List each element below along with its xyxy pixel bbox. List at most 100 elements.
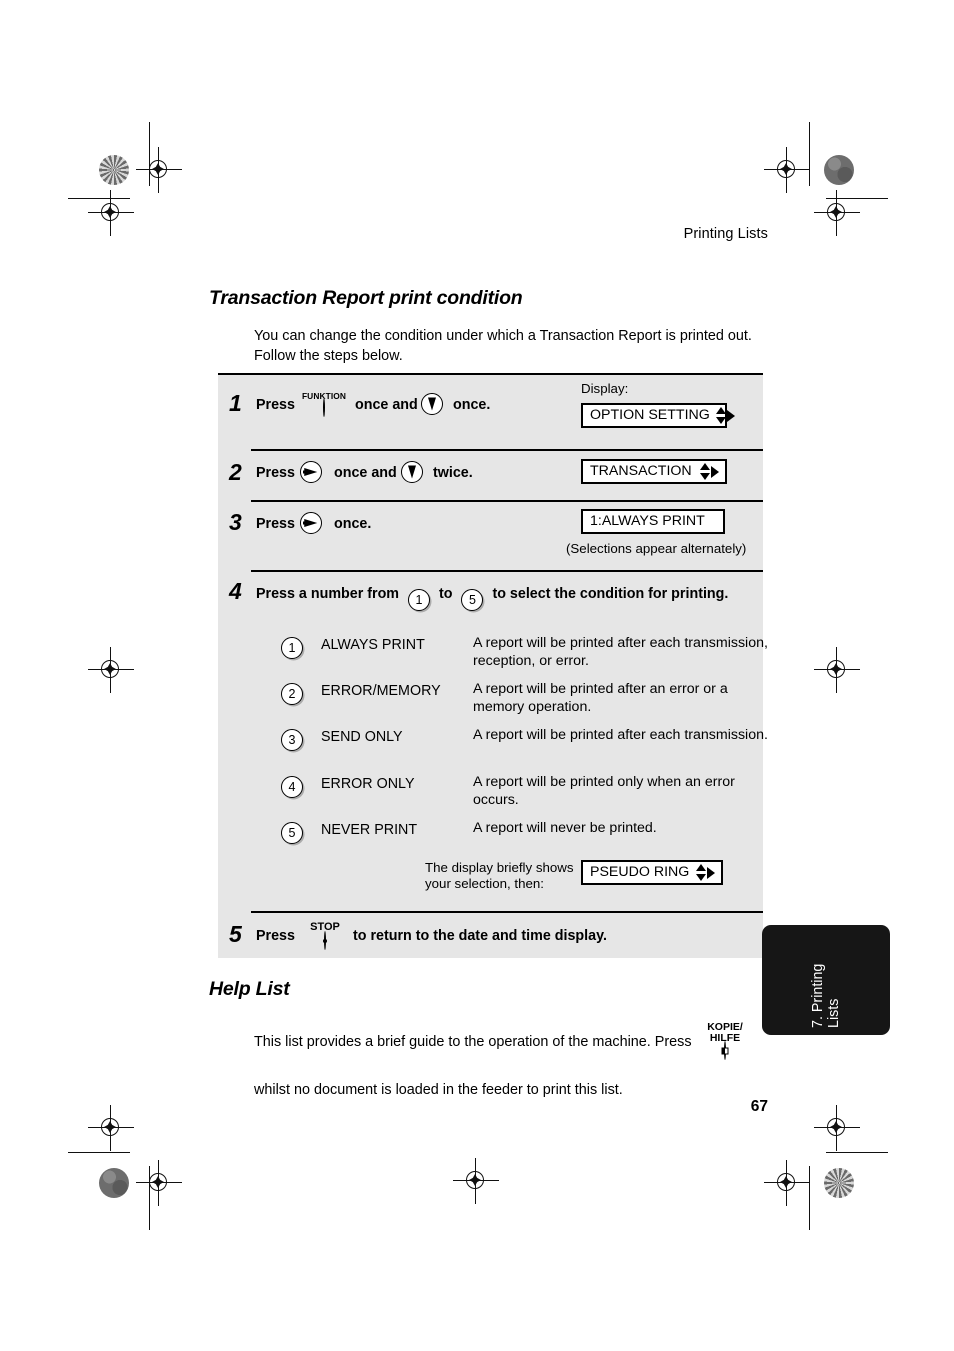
step-4-text-b: to bbox=[439, 586, 453, 602]
right-triangle-glyph bbox=[304, 468, 318, 476]
option-name-4: ERROR ONLY bbox=[321, 776, 415, 792]
step-5-number: 5 bbox=[229, 921, 242, 947]
registration-target-bottom-left bbox=[136, 1160, 182, 1206]
step-4-text-a: Press a number from bbox=[256, 586, 400, 602]
brief-display-note-line1: The display briefly shows bbox=[425, 860, 574, 875]
lcd-arrows-step-1 bbox=[715, 407, 735, 424]
intro-paragraph: You can change the condition under which… bbox=[254, 328, 752, 364]
option-key-1[interactable]: 1 bbox=[281, 637, 303, 659]
option-key-2[interactable]: 2 bbox=[281, 683, 303, 705]
stop-button-ellipse bbox=[323, 931, 327, 950]
registration-target-right-upper bbox=[814, 190, 860, 236]
step-1-press-label: Press bbox=[256, 397, 295, 413]
page-number: 67 bbox=[750, 1098, 768, 1115]
right-arrow-icon bbox=[726, 409, 735, 422]
up-down-arrow-icon bbox=[715, 407, 726, 424]
down-arrow-key-icon[interactable] bbox=[421, 393, 443, 415]
lcd-arrows-step-4 bbox=[696, 864, 715, 881]
step-divider-1 bbox=[251, 449, 763, 451]
down-arrow-key-icon[interactable] bbox=[401, 461, 423, 483]
section-title-help-list: Help List bbox=[209, 978, 290, 1000]
help-list-paragraph-line2: whilst no document is loaded in the feed… bbox=[254, 1082, 623, 1098]
lcd-text-step-3: 1:ALWAYS PRINT bbox=[590, 513, 705, 530]
registration-rosette-top-left bbox=[99, 155, 129, 185]
document-page: Printing Lists Transaction Report print … bbox=[0, 0, 954, 1351]
funktion-button-ellipse bbox=[323, 398, 325, 418]
crop-line-bottom-right-horizontal bbox=[826, 1152, 888, 1154]
right-arrow-key-icon[interactable] bbox=[300, 461, 322, 483]
option-name-3: SEND ONLY bbox=[321, 729, 403, 745]
option-desc-1: A report will be printed after each tran… bbox=[473, 635, 768, 669]
option-key-5[interactable]: 5 bbox=[281, 822, 303, 844]
step-5-press-label: Press bbox=[256, 928, 295, 944]
lcd-text-step-2: TRANSACTION bbox=[590, 463, 692, 480]
registration-rosette-top-right bbox=[824, 155, 854, 185]
help-list-paragraph-line1: This list provides a brief guide to the … bbox=[254, 1034, 692, 1050]
option-name-2: ERROR/MEMORY bbox=[321, 683, 441, 699]
step-divider-2 bbox=[251, 500, 763, 502]
registration-target-right-lower bbox=[814, 1105, 860, 1151]
right-arrow-icon bbox=[707, 866, 715, 879]
registration-rosette-bottom-left bbox=[99, 1168, 129, 1198]
option-desc-2: A report will be printed after an error … bbox=[473, 681, 728, 715]
right-triangle-glyph bbox=[304, 519, 318, 527]
help-list-paragraph: This list provides a brief guide to the … bbox=[254, 1030, 724, 1102]
step-divider-4 bbox=[251, 911, 763, 913]
up-down-arrow-icon bbox=[696, 864, 706, 881]
step-1-tail-text: once. bbox=[453, 397, 491, 413]
option-key-4[interactable]: 4 bbox=[281, 776, 303, 798]
step-4-number: 4 bbox=[229, 578, 242, 604]
step-3-press-label: Press bbox=[256, 516, 295, 532]
section-title-transaction-report: Transaction Report print condition bbox=[209, 287, 523, 309]
lcd-text-step-4: PSEUDO RING bbox=[590, 864, 690, 881]
registration-target-bottom-right bbox=[764, 1160, 810, 1206]
right-arrow-icon bbox=[711, 465, 719, 478]
lcd-display-step-4: PSEUDO RING bbox=[581, 860, 723, 885]
option-desc-4: A report will be printed only when an er… bbox=[473, 774, 735, 808]
option-name-5: NEVER PRINT bbox=[321, 822, 418, 838]
step-4-text: Press a number from 1 to 5 to select the… bbox=[256, 586, 728, 612]
registration-target-left-upper bbox=[88, 190, 134, 236]
chapter-side-tab: 7. Printing Lists bbox=[762, 925, 890, 1035]
procedure-panel: 1 Press FUNKTION once and once. Display:… bbox=[218, 373, 768, 958]
kopie-hilfe-button-ellipse bbox=[721, 1041, 729, 1060]
lcd-display-step-1: OPTION SETTING bbox=[581, 403, 735, 428]
running-head: Printing Lists bbox=[683, 226, 768, 242]
step-2-mid-text: once and bbox=[334, 465, 397, 481]
chapter-side-tab-line2: Lists bbox=[826, 998, 842, 1028]
step-5-tail-text: to return to the date and time display. bbox=[353, 928, 607, 944]
registration-rosette-bottom-right bbox=[824, 1168, 854, 1198]
right-arrow-key-icon[interactable] bbox=[300, 512, 322, 534]
lcd-display-step-3: 1:ALWAYS PRINT bbox=[581, 509, 725, 534]
step-divider-3 bbox=[251, 570, 763, 573]
registration-target-left-lower bbox=[88, 1105, 134, 1151]
crop-line-bottom-left-horizontal bbox=[68, 1152, 130, 1154]
chapter-side-tab-line1: 7. Printing bbox=[810, 963, 826, 1028]
step-2-tail-text: twice. bbox=[433, 465, 473, 481]
kopie-hilfe-button-indicator bbox=[721, 1047, 729, 1054]
brief-display-note: The display briefly shows your selection… bbox=[425, 860, 574, 892]
step-1-mid-text: once and bbox=[355, 397, 418, 413]
brief-display-note-line2: your selection, then: bbox=[425, 876, 545, 891]
number-key-1[interactable]: 1 bbox=[408, 589, 431, 612]
chapter-side-tab-label: 7. Printing Lists bbox=[810, 932, 842, 1028]
lcd-display-step-2: TRANSACTION bbox=[581, 459, 727, 484]
selections-alternately-note: (Selections appear alternately) bbox=[566, 541, 747, 556]
step-3-tail-text: once. bbox=[334, 516, 372, 532]
kopie-hilfe-button-icon[interactable]: KOPIE/ HILFE bbox=[703, 1021, 747, 1060]
lcd-text-step-1: OPTION SETTING bbox=[590, 407, 710, 424]
funktion-button-icon[interactable]: FUNKTION bbox=[298, 392, 350, 418]
step-2-number: 2 bbox=[229, 459, 242, 485]
option-desc-3: A report will be printed after each tran… bbox=[473, 727, 768, 743]
lcd-arrows-step-2 bbox=[700, 463, 719, 480]
number-key-5[interactable]: 5 bbox=[461, 589, 484, 612]
option-key-3[interactable]: 3 bbox=[281, 729, 303, 751]
display-label: Display: bbox=[581, 381, 629, 396]
kopie-hilfe-caption-line1: KOPIE/ bbox=[707, 1021, 743, 1033]
registration-target-top-right bbox=[764, 147, 810, 193]
registration-target-right-middle bbox=[814, 647, 860, 693]
up-down-arrow-icon bbox=[700, 463, 710, 480]
registration-target-left-middle bbox=[88, 647, 134, 693]
stop-button-icon[interactable]: STOP bbox=[307, 922, 343, 950]
step-2-press-label: Press bbox=[256, 465, 295, 481]
